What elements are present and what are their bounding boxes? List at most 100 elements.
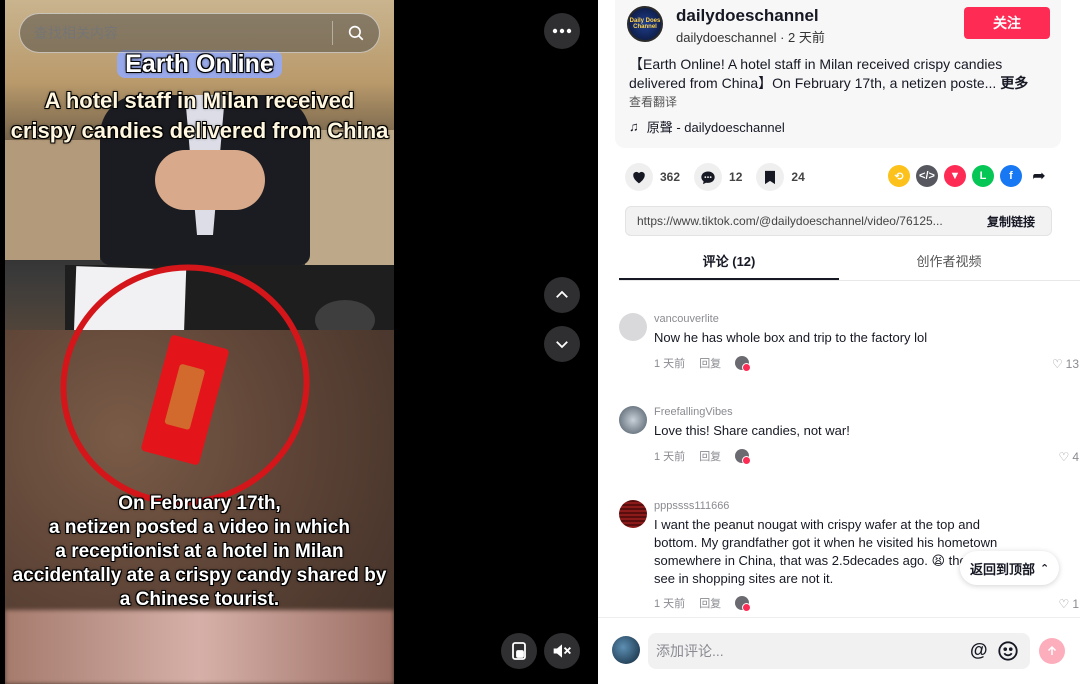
heart-outline-icon: ♡	[1051, 357, 1063, 371]
send-friends-icon[interactable]: ▼	[944, 165, 966, 187]
favorite-count: 24	[791, 170, 805, 184]
post-description: 【Earth Online! A hotel staff in Milan re…	[629, 55, 1049, 93]
author-subtitle: dailydoeschannel · 2 天前	[676, 30, 825, 45]
author-name[interactable]: dailydoeschannel	[676, 6, 819, 26]
bookmark-icon	[756, 163, 785, 191]
comment-text: I want the peanut nougat with crispy waf…	[654, 517, 1006, 586]
back-to-top-label: 返回到顶部	[970, 561, 1036, 577]
comment-meta: 1 天前 回复	[654, 355, 752, 372]
repost-icon[interactable]: ⟲	[888, 165, 910, 187]
picture-in-picture-button[interactable]	[501, 633, 537, 669]
previous-video-button[interactable]	[544, 277, 580, 313]
tab-creator-videos[interactable]: 创作者视频	[839, 245, 1059, 280]
video-player[interactable]: Earth Online A hotel staff in Milan rece…	[5, 0, 394, 684]
comment-username[interactable]: pppssss111666	[654, 500, 729, 512]
comment-composer: @	[598, 617, 1080, 684]
creator-liked-avatar	[735, 356, 752, 372]
description-text: 【Earth Online! A hotel staff in Milan re…	[629, 56, 1003, 91]
video-caption-subtitle: A hotel staff in Milan received crispy c…	[10, 88, 389, 143]
comment-like-count: 1	[1072, 597, 1079, 611]
avatar-logo-text: Daily Does Channel	[629, 18, 661, 30]
current-user-avatar	[612, 636, 640, 664]
emoji-icon[interactable]	[997, 640, 1019, 662]
comment-like-button[interactable]: ♡ 13	[1052, 357, 1079, 371]
reply-button[interactable]: 回复	[699, 448, 721, 464]
action-bar: 362 12 24	[625, 163, 819, 191]
video-link-url[interactable]: https://www.tiktok.com/@dailydoeschannel…	[626, 214, 971, 228]
double-chevron-up-icon: ⌃	[1040, 562, 1050, 575]
comment-avatar[interactable]	[619, 406, 647, 434]
search-bar	[19, 13, 380, 53]
comment-like-button[interactable]: ♡ 4	[1059, 450, 1079, 464]
comment-item: vancouverlite Now he has whole box and t…	[619, 313, 1079, 383]
heart-outline-icon: ♡	[1058, 597, 1070, 611]
comment-like-button[interactable]: ♡ 1	[1059, 597, 1079, 611]
comment-meta: 1 天前 回复	[654, 595, 752, 612]
more-link[interactable]: 更多	[1000, 75, 1028, 91]
heart-icon	[625, 163, 653, 191]
search-button[interactable]	[333, 13, 379, 53]
music-note-icon: ♫	[629, 119, 639, 134]
more-icon	[552, 28, 572, 34]
comment-count: 12	[729, 170, 743, 184]
share-icons: ⟲ </> ▼ L f ➦	[888, 165, 1050, 187]
reply-button[interactable]: 回复	[699, 355, 721, 371]
sound-label: 原聲 - dailydoeschannel	[646, 120, 785, 135]
video-scene	[155, 150, 265, 210]
more-options-button[interactable]	[544, 13, 580, 49]
copy-link-button[interactable]: 复制链接	[971, 213, 1051, 230]
volume-muted-icon	[553, 644, 571, 658]
arrow-up-icon	[1047, 645, 1057, 655]
video-scene	[5, 140, 100, 260]
video-link-box: https://www.tiktok.com/@dailydoeschannel…	[625, 206, 1052, 236]
facebook-icon[interactable]: f	[1000, 165, 1022, 187]
comment-bubble-icon	[694, 163, 723, 191]
app-root: Earth Online A hotel staff in Milan rece…	[0, 0, 1080, 684]
video-caption-bottom: On February 17th, a netizen posted a vid…	[12, 493, 387, 610]
tab-comments[interactable]: 评论 (12)	[619, 245, 839, 280]
comment-item: FreefallingVibes Love this! Share candie…	[619, 406, 1079, 476]
comment-like-count: 4	[1072, 450, 1079, 464]
reply-button[interactable]: 回复	[699, 595, 721, 611]
post-info-card: Daily Does Channel dailydoeschannel dail…	[615, 0, 1061, 148]
video-caption-title: Earth Online	[5, 50, 394, 79]
see-translation-link[interactable]: 查看翻译	[629, 93, 677, 110]
like-count: 362	[660, 170, 681, 184]
comment-avatar[interactable]	[619, 500, 647, 528]
like-button[interactable]: 362	[625, 163, 680, 191]
mention-icon[interactable]: @	[970, 640, 988, 661]
comment-avatar[interactable]	[619, 313, 647, 341]
share-arrow-icon[interactable]: ➦	[1028, 165, 1050, 187]
pip-icon	[512, 642, 526, 660]
follow-button[interactable]: 关注	[964, 7, 1050, 39]
comment-username[interactable]: vancouverlite	[654, 313, 719, 325]
comment-text: Now he has whole box and trip to the fac…	[654, 330, 928, 345]
heart-outline-icon: ♡	[1058, 450, 1070, 464]
comment-username[interactable]: FreefallingVibes	[654, 406, 733, 418]
comment-time: 1 天前	[654, 451, 686, 463]
embed-icon[interactable]: </>	[916, 165, 938, 187]
line-icon[interactable]: L	[972, 165, 994, 187]
video-scene	[305, 130, 394, 270]
creator-liked-avatar	[735, 449, 752, 465]
creator-liked-avatar	[735, 596, 752, 612]
favorite-button[interactable]: 24	[756, 163, 805, 191]
comment-like-count: 13	[1065, 357, 1079, 371]
comment-time: 1 天前	[654, 598, 686, 610]
author-avatar[interactable]: Daily Does Channel	[627, 6, 663, 42]
search-icon	[348, 25, 364, 41]
back-to-top-button[interactable]: 返回到顶部 ⌃	[960, 551, 1060, 585]
chevron-up-icon	[556, 290, 568, 298]
comment-meta: 1 天前 回复	[654, 448, 752, 465]
comment-time: 1 天前	[654, 358, 686, 370]
panel-tabs: 评论 (12) 创作者视频	[619, 245, 1080, 281]
video-scene	[5, 610, 394, 684]
comment-text: Love this! Share candies, not war!	[654, 423, 850, 438]
mute-button[interactable]	[544, 633, 580, 669]
video-stage: Earth Online A hotel staff in Milan rece…	[0, 0, 598, 684]
next-video-button[interactable]	[544, 326, 580, 362]
send-button[interactable]	[1039, 638, 1065, 664]
comment-button[interactable]: 12	[694, 163, 742, 191]
sound-link[interactable]: ♫ 原聲 - dailydoeschannel	[629, 117, 785, 136]
search-input[interactable]	[34, 25, 332, 41]
